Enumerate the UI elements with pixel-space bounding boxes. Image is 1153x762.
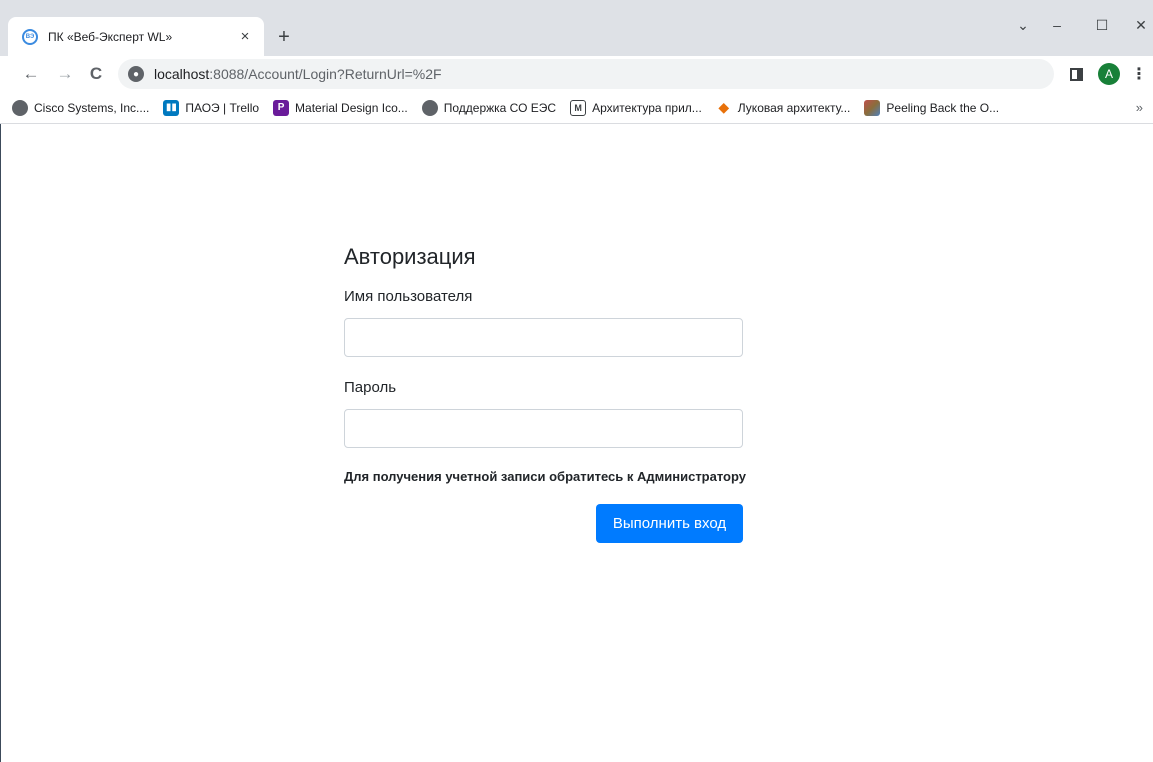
trello-icon: ▮▮ — [163, 99, 180, 116]
url-text: localhost:8088/Account/Login?ReturnUrl=%… — [154, 66, 442, 82]
bookmark-label: Material Design Ico... — [295, 100, 408, 115]
bookmark-so-ees[interactable]: Поддержка СО ЕЭС — [416, 94, 562, 122]
reload-button[interactable]: C — [84, 62, 108, 86]
maximize-button[interactable]: ☐ — [1091, 14, 1113, 36]
bookmark-material-design[interactable]: P Material Design Ico... — [267, 94, 414, 122]
bookmark-label: Луковая архитекту... — [737, 100, 851, 115]
password-field[interactable] — [344, 409, 743, 448]
submit-row: Выполнить вход — [344, 504, 743, 543]
bookmarks-bar: Cisco Systems, Inc.... ▮▮ ПАОЭ | Trello … — [0, 92, 1153, 124]
tab-search-chevron-icon[interactable]: ⌄ — [1012, 14, 1034, 36]
bookmark-trello[interactable]: ▮▮ ПАОЭ | Trello — [157, 94, 265, 122]
onion-icon: ◆ — [718, 99, 730, 115]
m-icon: M — [570, 99, 587, 116]
username-label: Имя пользователя — [344, 288, 473, 305]
address-bar[interactable]: ● localhost:8088/Account/Login?ReturnUrl… — [118, 59, 1054, 89]
bookmark-label: Peeling Back the O... — [886, 100, 1000, 115]
bookmark-label: Поддержка СО ЕЭС — [443, 100, 557, 115]
tab-title: ПК «Веб-Эксперт WL» — [48, 29, 173, 44]
more-bookmarks-icon[interactable]: » — [1136, 100, 1143, 115]
globe-icon — [12, 99, 28, 116]
bookmark-onion-architecture[interactable]: ◆ Луковая архитекту... — [710, 94, 857, 122]
bookmark-label: Архитектура прил... — [592, 100, 702, 115]
login-button[interactable]: Выполнить вход — [596, 504, 743, 543]
bookmark-architecture[interactable]: M Архитектура прил... — [564, 94, 708, 122]
login-form: Авторизация Имя пользователя Пароль Для … — [344, 240, 754, 543]
material-design-icon: P — [273, 99, 290, 116]
bookmark-label: Cisco Systems, Inc.... — [34, 100, 150, 115]
window-close-button[interactable]: ✕ — [1130, 14, 1152, 36]
bookmark-cisco[interactable]: Cisco Systems, Inc.... — [6, 94, 155, 122]
page-title: Авторизация — [344, 244, 476, 269]
site-favicon-icon: ВЭ — [22, 28, 38, 45]
minimize-button[interactable]: – — [1046, 14, 1068, 36]
bookmark-label: ПАОЭ | Trello — [185, 100, 260, 115]
browser-titlebar: ВЭ ПК «Веб-Эксперт WL» × + ⌄ – ☐ ✕ — [0, 0, 1153, 56]
password-label: Пароль — [344, 379, 397, 396]
browser-tab[interactable]: ВЭ ПК «Веб-Эксперт WL» × — [8, 17, 264, 56]
close-icon[interactable]: × — [236, 28, 254, 46]
back-button[interactable]: ← — [19, 62, 43, 86]
account-hint: Для получения учетной записи обратитесь … — [344, 469, 746, 484]
globe-icon — [421, 99, 438, 116]
profile-avatar[interactable]: A — [1098, 63, 1120, 85]
bookmark-peeling-back[interactable]: Peeling Back the O... — [858, 94, 1005, 122]
side-panel-icon[interactable] — [1070, 68, 1083, 81]
image-icon — [864, 99, 881, 116]
username-field[interactable] — [344, 318, 743, 357]
browser-menu-icon[interactable]: ⋮ — [1131, 64, 1147, 84]
site-info-icon[interactable]: ● — [128, 66, 144, 82]
browser-toolbar: ← → C ● localhost:8088/Account/Login?Ret… — [0, 56, 1153, 92]
url-host: localhost — [154, 66, 210, 82]
forward-button[interactable]: → — [53, 62, 77, 86]
url-path: :8088/Account/Login?ReturnUrl=%2F — [209, 66, 442, 82]
page-edge — [0, 124, 1, 762]
new-tab-button[interactable]: + — [273, 26, 295, 48]
